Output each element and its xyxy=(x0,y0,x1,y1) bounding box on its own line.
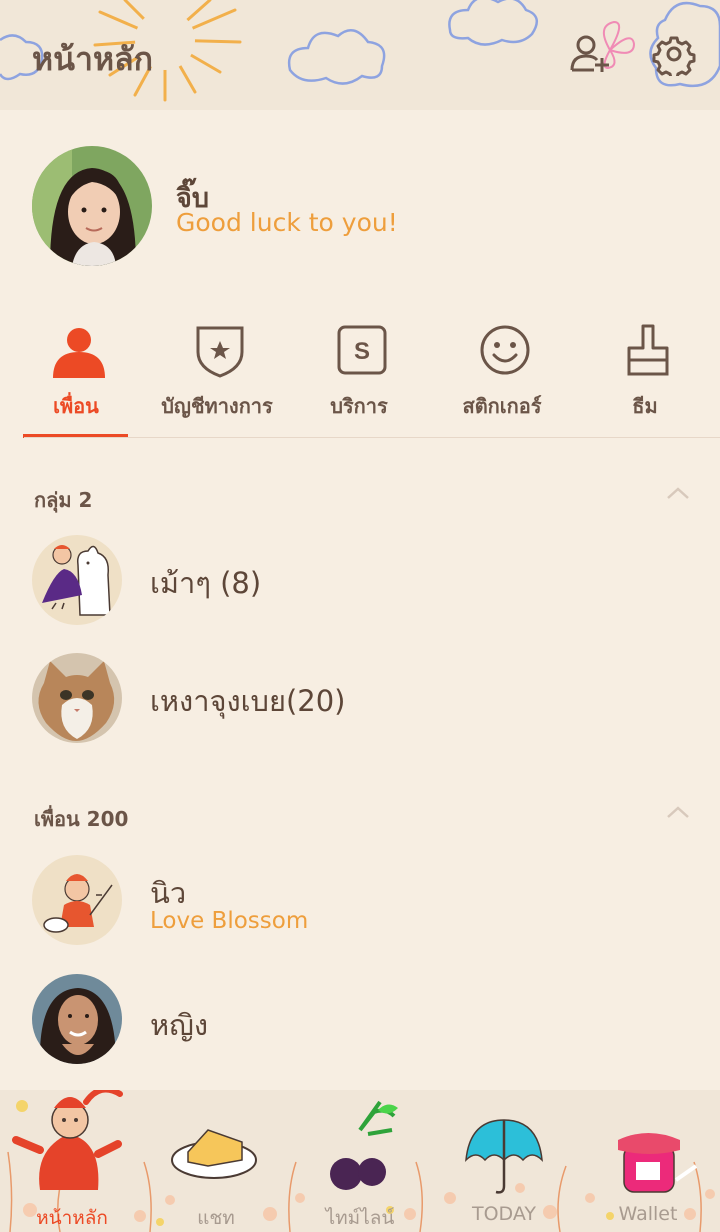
collapse-groups-icon[interactable] xyxy=(666,486,690,500)
top-header: หน้าหลัก xyxy=(0,0,720,110)
collapse-friends-icon[interactable] xyxy=(666,805,690,819)
nav-timeline-label: ไทม์ไลน์ xyxy=(325,1207,395,1229)
nav-chat[interactable]: แชท xyxy=(144,1090,288,1232)
moomin-illustration xyxy=(32,535,122,625)
tab-themes[interactable]: ธีม xyxy=(573,318,717,436)
profile-photo xyxy=(32,146,152,266)
tab-services-label: บริการ xyxy=(330,394,388,418)
tab-services[interactable]: S บริการ xyxy=(287,318,431,436)
groups-section-header[interactable]: กลุ่ม 2 xyxy=(34,484,92,516)
little-my-home-icon xyxy=(12,1090,123,1190)
nav-timeline[interactable]: ไทม์ไลน์ xyxy=(288,1090,432,1232)
cake-chat-icon xyxy=(171,1129,257,1179)
gear-icon xyxy=(652,36,696,80)
tab-official-label: บัญชีทางการ xyxy=(161,394,273,418)
friend-photo xyxy=(32,974,122,1064)
nav-wallet[interactable]: Wallet xyxy=(576,1090,720,1232)
jam-jar-wallet-icon xyxy=(618,1133,698,1193)
svg-text:S: S xyxy=(354,338,370,365)
nav-home[interactable]: หน้าหลัก xyxy=(0,1090,144,1232)
tab-official-accounts[interactable]: บัญชีทางการ xyxy=(145,318,289,436)
umbrella-today-icon xyxy=(465,1119,543,1194)
shield-star-icon xyxy=(196,326,244,378)
friend-name: หญิง xyxy=(150,1008,208,1042)
add-friend-icon xyxy=(570,35,609,72)
brush-icon xyxy=(627,324,669,376)
nav-wallet-label: Wallet xyxy=(618,1203,678,1225)
tab-stickers-label: สติกเกอร์ xyxy=(462,394,542,418)
nav-chat-label: แชท xyxy=(197,1207,235,1229)
group-avatar xyxy=(32,653,122,743)
tabs-divider xyxy=(24,437,720,438)
tab-stickers[interactable]: สติกเกอร์ xyxy=(430,318,574,436)
nav-home-label: หน้าหลัก xyxy=(36,1207,108,1229)
cat-photo xyxy=(32,653,122,743)
s-square-icon: S xyxy=(337,325,387,375)
settings-button[interactable] xyxy=(652,32,696,80)
group-avatar xyxy=(32,535,122,625)
little-my-illustration xyxy=(32,855,122,945)
friend-avatar xyxy=(32,974,122,1064)
tab-themes-label: ธีม xyxy=(632,394,658,418)
friend-status-message: Love Blossom xyxy=(150,908,309,934)
berries-timeline-icon xyxy=(330,1100,398,1190)
bottom-navigation: หน้าหลัก แชท ไทม์ไลน์ TODAY Wallet xyxy=(0,1090,720,1232)
add-friend-button[interactable] xyxy=(568,32,612,76)
friend-avatar xyxy=(32,855,122,945)
nav-today-label: TODAY xyxy=(472,1203,536,1225)
profile-avatar[interactable] xyxy=(32,146,152,266)
friends-section-header[interactable]: เพื่อน 200 xyxy=(34,803,128,835)
tab-friends-label: เพื่อน xyxy=(53,394,99,418)
tab-friends[interactable]: เพื่อน xyxy=(4,318,148,436)
group-name: เม้าๆ (8) xyxy=(150,566,262,600)
smiley-icon xyxy=(480,325,530,375)
page-title: หน้าหลัก xyxy=(32,40,154,78)
nav-today[interactable]: TODAY xyxy=(432,1090,576,1232)
group-name: เหงาจุงเบย(20) xyxy=(150,684,346,718)
person-icon xyxy=(53,328,105,378)
profile-status-message: Good luck to you! xyxy=(176,208,398,237)
